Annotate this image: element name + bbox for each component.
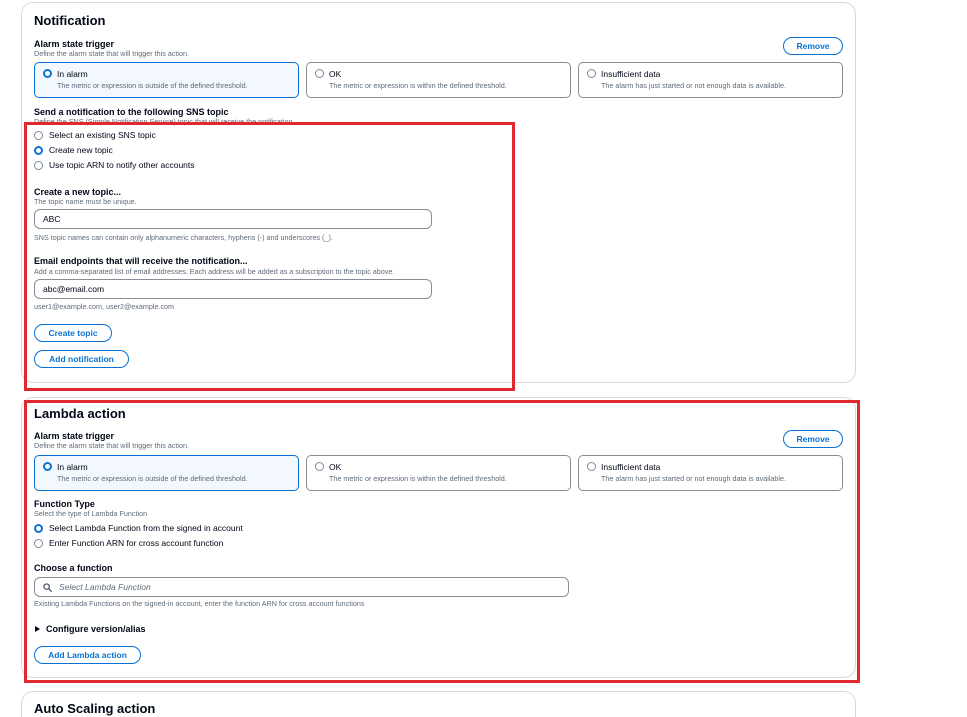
sns-option-label: Use topic ARN to notify other accounts (49, 160, 195, 170)
tile-title: OK (329, 462, 342, 472)
choose-function-label: Choose a function (34, 563, 113, 573)
sns-arn-radio[interactable] (34, 160, 43, 170)
lambda-tile-in-alarm[interactable]: In alarm The metric or expression is out… (34, 455, 299, 491)
create-topic-button[interactable]: Create topic (34, 324, 112, 342)
search-placeholder: Select Lambda Function (59, 582, 151, 592)
tile-title: Insufficient data (601, 462, 661, 472)
configure-version-toggle[interactable]: Configure version/alias (35, 624, 146, 634)
tile-title: In alarm (57, 69, 88, 79)
topic-name-input[interactable]: ABC (34, 209, 432, 229)
sns-option-topic-arn[interactable]: Use topic ARN to notify other accounts (34, 160, 195, 170)
function-type-cross-account[interactable]: Enter Function ARN for cross account fun… (34, 538, 223, 548)
notification-remove-button[interactable]: Remove (783, 37, 843, 55)
signed-in-radio[interactable] (34, 523, 43, 533)
choose-function-hint: Existing Lambda Functions on the signed-… (34, 599, 365, 608)
alarm-trigger-desc: Define the alarm state that will trigger… (34, 49, 190, 58)
sns-label: Send a notification to the following SNS… (34, 107, 229, 117)
caret-right-icon (35, 626, 40, 632)
autoscaling-title: Auto Scaling action (34, 701, 156, 716)
lambda-title: Lambda action (34, 406, 126, 421)
topic-label: Create a new topic... (34, 187, 122, 197)
notification-tile-insufficient-data[interactable]: Insufficient data The alarm has just sta… (578, 62, 843, 98)
alarm-trigger-label: Alarm state trigger (34, 39, 115, 49)
topic-desc: The topic name must be unique. (34, 197, 137, 206)
function-type-signed-in[interactable]: Select Lambda Function from the signed i… (34, 523, 243, 533)
sns-create-radio[interactable] (34, 145, 43, 155)
sns-option-label: Create new topic (49, 145, 113, 155)
sns-option-label: Select an existing SNS topic (49, 130, 156, 140)
ok-radio[interactable] (315, 462, 324, 471)
tile-desc: The metric or expression is within the d… (329, 81, 507, 90)
sns-existing-radio[interactable] (34, 130, 43, 140)
function-type-option-label: Enter Function ARN for cross account fun… (49, 538, 224, 548)
autoscaling-panel: Auto Scaling action (21, 691, 856, 717)
lambda-tile-insufficient-data[interactable]: Insufficient data The alarm has just sta… (578, 455, 843, 491)
in-alarm-radio[interactable] (43, 462, 52, 471)
lambda-tile-ok[interactable]: OK The metric or expression is within th… (306, 455, 571, 491)
function-type-option-label: Select Lambda Function from the signed i… (49, 523, 243, 533)
notification-tile-ok[interactable]: OK The metric or expression is within th… (306, 62, 571, 98)
notification-tile-in-alarm[interactable]: In alarm The metric or expression is out… (34, 62, 299, 98)
tile-title: In alarm (57, 462, 88, 472)
email-label: Email endpoints that will receive the no… (34, 256, 248, 266)
tile-desc: The alarm has just started or not enough… (601, 474, 786, 483)
ok-radio[interactable] (315, 69, 324, 78)
search-icon (43, 583, 52, 592)
function-type-desc: Select the type of Lambda Function (34, 509, 148, 518)
email-endpoints-input[interactable]: abc@email.com (34, 279, 432, 299)
sns-option-existing[interactable]: Select an existing SNS topic (34, 130, 156, 140)
tile-desc: The metric or expression is outside of t… (57, 81, 248, 90)
notification-title: Notification (34, 13, 106, 28)
lambda-remove-button[interactable]: Remove (783, 430, 843, 448)
tile-title: Insufficient data (601, 69, 661, 79)
email-desc: Add a comma-separated list of email addr… (34, 267, 395, 276)
notification-panel: Notification Alarm state trigger Define … (21, 2, 856, 383)
insufficient-data-radio[interactable] (587, 69, 596, 78)
sns-desc: Define the SNS (Simple Notification Serv… (34, 117, 295, 126)
insufficient-data-radio[interactable] (587, 462, 596, 471)
alarm-trigger-desc: Define the alarm state that will trigger… (34, 441, 190, 450)
in-alarm-radio[interactable] (43, 69, 52, 78)
lambda-panel: Lambda action Alarm state trigger Define… (21, 397, 856, 678)
topic-hint: SNS topic names can contain only alphanu… (34, 233, 333, 242)
tile-desc: The metric or expression is outside of t… (57, 474, 248, 483)
function-type-label: Function Type (34, 499, 95, 509)
configure-version-label: Configure version/alias (46, 624, 146, 634)
cross-account-radio[interactable] (34, 538, 43, 548)
sns-option-create-new[interactable]: Create new topic (34, 145, 113, 155)
lambda-function-search-input[interactable]: Select Lambda Function (34, 577, 569, 597)
tile-desc: The metric or expression is within the d… (329, 474, 507, 483)
tile-title: OK (329, 69, 342, 79)
add-lambda-action-button[interactable]: Add Lambda action (34, 646, 141, 664)
alarm-trigger-label: Alarm state trigger (34, 431, 115, 441)
email-hint: user1@example.com, user2@example.com (34, 302, 175, 311)
tile-desc: The alarm has just started or not enough… (601, 81, 786, 90)
add-notification-button[interactable]: Add notification (34, 350, 129, 368)
